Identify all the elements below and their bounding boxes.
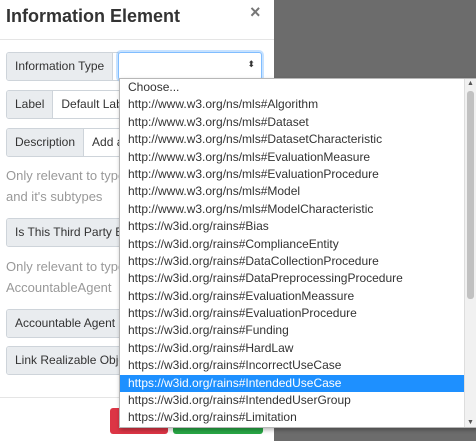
- dropdown-scrollbar[interactable]: ▲ ▼: [464, 79, 476, 427]
- option-item[interactable]: https://w3id.org/rains#EvaluationMeassur…: [120, 288, 464, 305]
- option-item[interactable]: http://www.w3.org/ns/mls#Model: [120, 183, 464, 200]
- information-type-select[interactable]: ⬍: [118, 52, 262, 80]
- option-item[interactable]: http://www.w3.org/ns/mls#EvaluationMeasu…: [120, 149, 464, 166]
- information-type-dropdown: Choose... http://www.w3.org/ns/mls#Algor…: [119, 78, 476, 428]
- label-label: Label: [7, 91, 54, 118]
- option-item[interactable]: https://w3id.org/rains#HardLaw: [120, 340, 464, 357]
- option-item[interactable]: https://w3id.org/rains#IncorrectUseCase: [120, 357, 464, 374]
- option-item[interactable]: https://w3id.org/rains#IntendedUserGroup: [120, 392, 464, 409]
- information-type-label: Information Type: [7, 53, 114, 80]
- third-party-label: Is This Third Party E: [7, 219, 133, 246]
- option-item[interactable]: https://w3id.org/rains#Limitation: [120, 409, 464, 426]
- options-list: Choose... http://www.w3.org/ns/mls#Algor…: [120, 79, 464, 427]
- help-text-line: and it's subtypes: [6, 189, 103, 204]
- select-caret-icon: ⬍: [247, 59, 255, 69]
- accountable-agent-label: Accountable Agent: [7, 310, 125, 337]
- option-item[interactable]: https://w3id.org/rains#DataCollectionPro…: [120, 253, 464, 270]
- close-icon[interactable]: ×: [250, 2, 261, 22]
- option-choose[interactable]: Choose...: [120, 79, 464, 96]
- option-item[interactable]: https://w3id.org/rains#ComplianceEntity: [120, 236, 464, 253]
- scroll-up-icon[interactable]: ▲: [465, 80, 476, 87]
- option-item[interactable]: http://www.w3.org/ns/mls#Dataset: [120, 114, 464, 131]
- option-item-highlighted[interactable]: https://w3id.org/rains#IntendedUseCase: [120, 374, 464, 393]
- modal-title: Information Element: [6, 6, 181, 26]
- option-item[interactable]: http://www.w3.org/ns/mls#EvaluationProce…: [120, 166, 464, 183]
- option-item[interactable]: http://www.w3.org/ns/mls#Algorithm: [120, 96, 464, 113]
- scrollbar-thumb[interactable]: [467, 91, 474, 299]
- option-item[interactable]: https://w3id.org/rains#Bias: [120, 218, 464, 235]
- option-item[interactable]: http://www.w3.org/ns/mls#ModelCharacteri…: [120, 201, 464, 218]
- description-label: Description: [7, 129, 85, 156]
- option-item[interactable]: https://w3id.org/rains#DataPreprocessing…: [120, 270, 464, 287]
- help-text-line: Only relevant to type: [6, 168, 126, 183]
- help-text-line: AccountableAgent: [6, 280, 112, 295]
- option-item[interactable]: http://www.w3.org/ns/mls#DatasetCharacte…: [120, 131, 464, 148]
- option-item[interactable]: https://w3id.org/rains#Funding: [120, 322, 464, 339]
- header-divider: [0, 39, 274, 40]
- option-item[interactable]: https://w3id.org/rains#EvaluationProcedu…: [120, 305, 464, 322]
- help-text-line: Only relevant to type: [6, 259, 126, 274]
- scroll-down-icon[interactable]: ▼: [465, 419, 476, 426]
- information-type-group: Information Type: [6, 52, 120, 81]
